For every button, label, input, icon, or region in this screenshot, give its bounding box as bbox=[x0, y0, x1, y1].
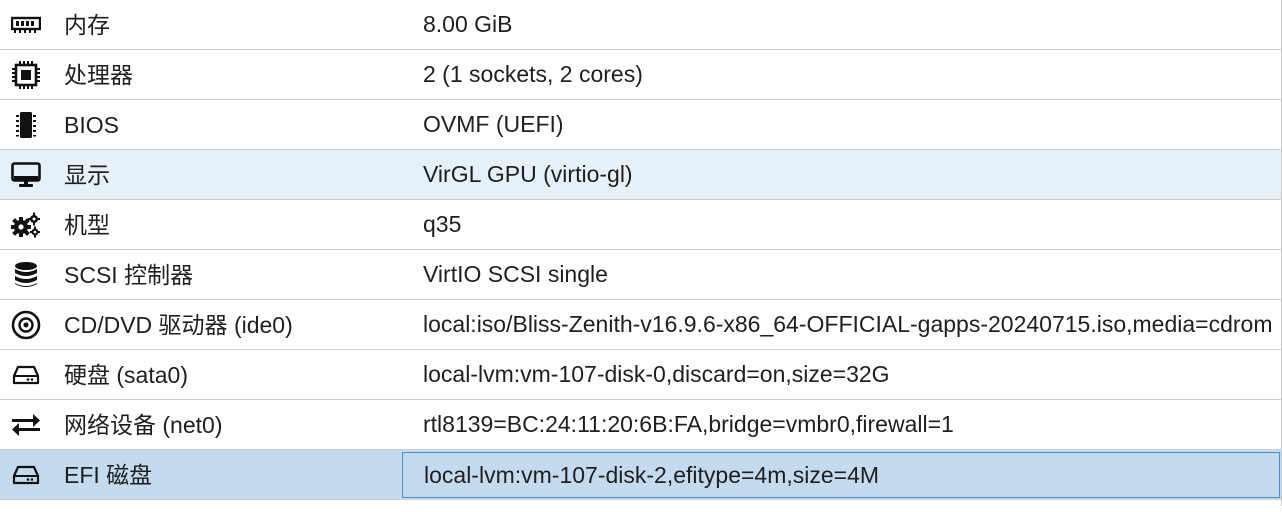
grid-row-scsi-controller[interactable]: SCSI 控制器 VirtIO SCSI single bbox=[0, 250, 1281, 300]
harddisk-icon bbox=[0, 450, 52, 499]
exchange-arrows-icon bbox=[0, 400, 52, 449]
harddisk-icon bbox=[0, 350, 52, 399]
grid-row-harddisk-sata0[interactable]: 硬盘 (sata0) local-lvm:vm-107-disk-0,disca… bbox=[0, 350, 1281, 400]
row-key: 内存 bbox=[64, 11, 110, 38]
cpu-icon bbox=[0, 50, 52, 99]
row-value: OVMF (UEFI) bbox=[423, 111, 564, 137]
row-value: rtl8139=BC:24:11:20:6B:FA,bridge=vmbr0,f… bbox=[423, 411, 954, 437]
grid-row-bios[interactable]: BIOS OVMF (UEFI) bbox=[0, 100, 1281, 150]
row-key: 处理器 bbox=[64, 61, 133, 88]
row-value: VirGL GPU (virtio-gl) bbox=[423, 161, 633, 187]
row-key: 网络设备 (net0) bbox=[64, 411, 223, 438]
row-value: local-lvm:vm-107-disk-0,discard=on,size=… bbox=[423, 361, 890, 387]
database-icon bbox=[0, 250, 52, 299]
grid-row-memory[interactable]: 内存 8.00 GiB bbox=[0, 0, 1281, 50]
row-value: 8.00 GiB bbox=[423, 11, 513, 37]
row-key: 显示 bbox=[64, 161, 110, 188]
row-value: q35 bbox=[423, 211, 462, 237]
gears-icon bbox=[0, 200, 52, 249]
row-value: local-lvm:vm-107-disk-2,efitype=4m,size=… bbox=[402, 452, 1280, 498]
grid-row-machine[interactable]: 机型 q35 bbox=[0, 200, 1281, 250]
chip-icon bbox=[0, 100, 52, 149]
grid-row-cdrom[interactable]: CD/DVD 驱动器 (ide0) local:iso/Bliss-Zenith… bbox=[0, 300, 1281, 350]
row-value: VirtIO SCSI single bbox=[423, 261, 608, 287]
memory-icon bbox=[0, 0, 52, 49]
row-key: EFI 磁盘 bbox=[64, 461, 153, 488]
row-key: 硬盘 (sata0) bbox=[64, 361, 188, 388]
grid-row-display[interactable]: 显示 VirGL GPU (virtio-gl) bbox=[0, 150, 1281, 200]
monitor-icon bbox=[0, 150, 52, 199]
row-value: local:iso/Bliss-Zenith-v16.9.6-x86_64-OF… bbox=[423, 311, 1273, 337]
hardware-grid: 内存 8.00 GiB 处理器 2 (1 sockets, 2 cores) B… bbox=[0, 0, 1282, 506]
row-key: SCSI 控制器 bbox=[64, 261, 194, 288]
grid-row-network-net0[interactable]: 网络设备 (net0) rtl8139=BC:24:11:20:6B:FA,br… bbox=[0, 400, 1281, 450]
grid-row-efi-disk[interactable]: EFI 磁盘 local-lvm:vm-107-disk-2,efitype=4… bbox=[0, 450, 1281, 500]
cdrom-icon bbox=[0, 300, 52, 349]
row-value: 2 (1 sockets, 2 cores) bbox=[423, 61, 643, 87]
grid-row-cpu[interactable]: 处理器 2 (1 sockets, 2 cores) bbox=[0, 50, 1281, 100]
row-key: CD/DVD 驱动器 (ide0) bbox=[64, 311, 293, 338]
row-key: BIOS bbox=[64, 111, 119, 138]
row-key: 机型 bbox=[64, 211, 110, 238]
